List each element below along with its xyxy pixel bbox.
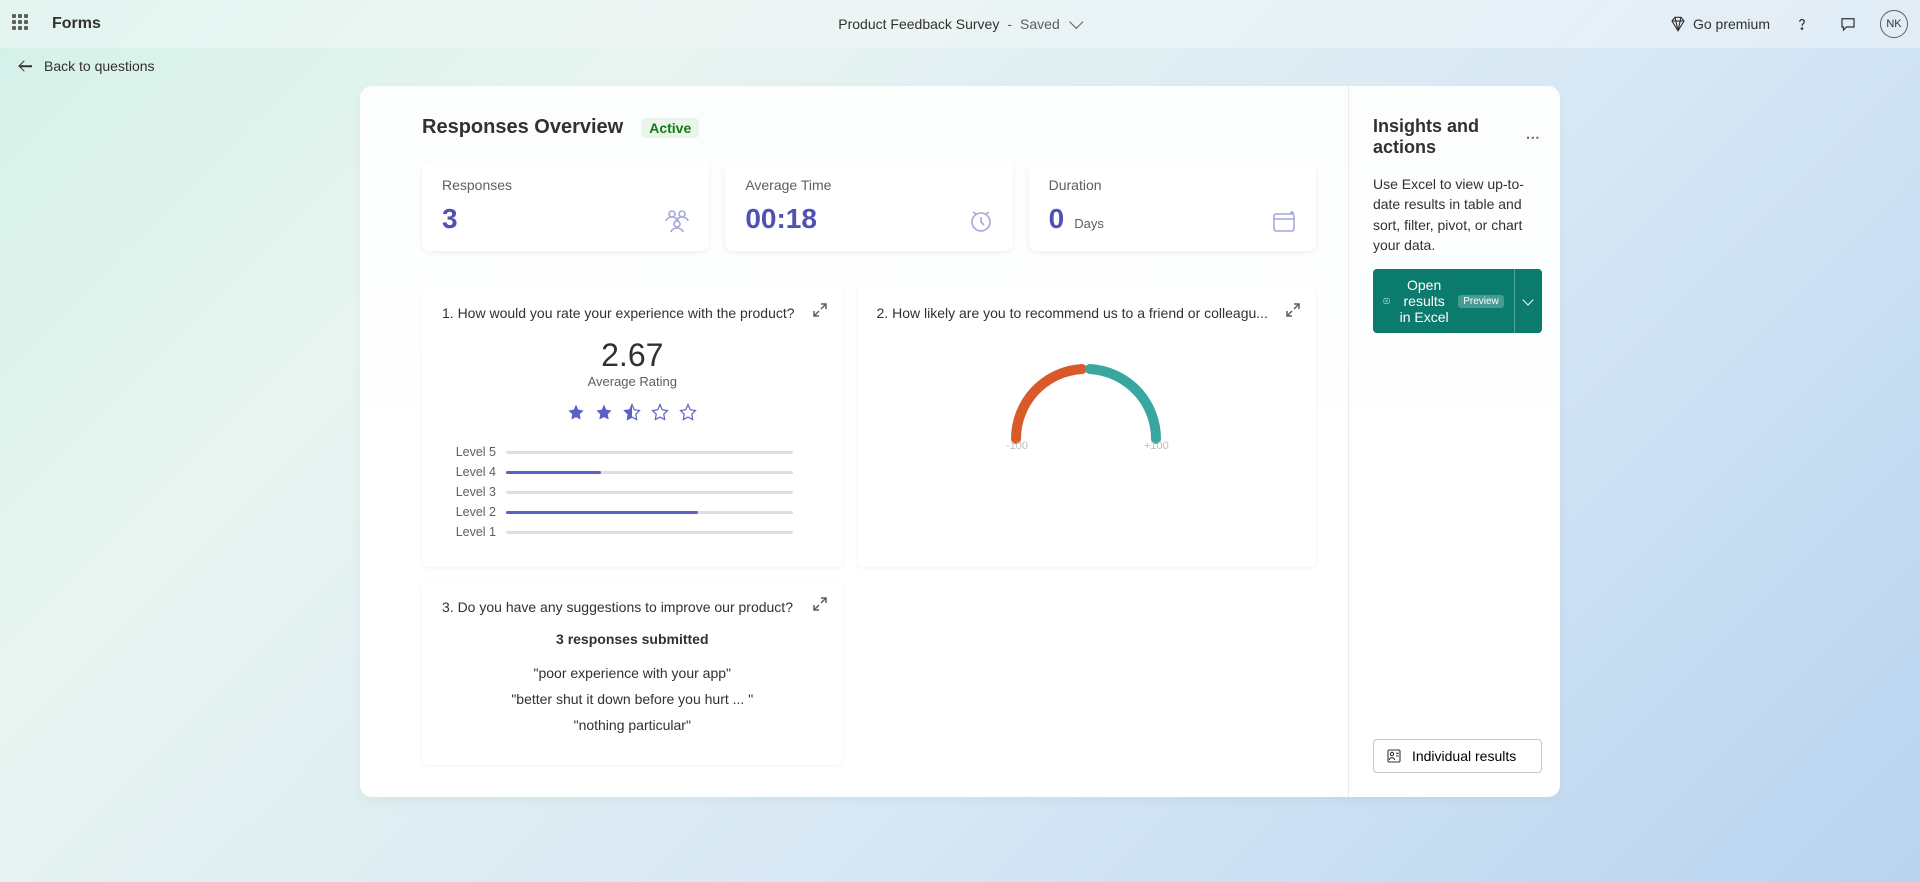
calendar-icon: [1270, 208, 1298, 237]
help-button[interactable]: [1788, 10, 1816, 38]
stars-row: [442, 403, 823, 421]
individual-results-button[interactable]: Individual results: [1373, 739, 1542, 773]
open-excel-label: Open results in Excel: [1398, 277, 1450, 325]
stat-label: Duration: [1049, 177, 1296, 193]
nps-gauge: -100 +100: [877, 349, 1296, 459]
insights-desc: Use Excel to view up-to-date results in …: [1373, 174, 1542, 255]
feedback-button[interactable]: [1834, 10, 1862, 38]
title-sep: -: [1007, 16, 1012, 32]
stat-value: 00:18: [745, 203, 992, 235]
chat-icon: [1839, 15, 1857, 33]
avg-rating-value: 2.67: [442, 337, 823, 374]
response-quote: "better shut it down before you hurt ...…: [442, 691, 823, 707]
gauge-max-label: +100: [1144, 440, 1169, 452]
responses-submitted: 3 responses submitted: [442, 631, 823, 647]
level-label: Level 5: [452, 445, 496, 459]
response-quote: "nothing particular": [442, 717, 823, 733]
level-label: Level 4: [452, 465, 496, 479]
question-title: 2. How likely are you to recommend us to…: [877, 305, 1296, 321]
main-card: Responses Overview Active Responses 3 Av…: [360, 86, 1560, 797]
form-title-area[interactable]: Product Feedback Survey - Saved: [838, 16, 1081, 32]
stat-value: 3: [442, 203, 689, 235]
stat-card-avg-time[interactable]: Average Time 00:18: [725, 161, 1012, 251]
go-premium-button[interactable]: Go premium: [1669, 15, 1770, 33]
expand-icon[interactable]: [813, 597, 827, 614]
help-icon: [1793, 15, 1811, 33]
avg-rating-label: Average Rating: [442, 374, 823, 389]
save-status: Saved: [1020, 16, 1060, 32]
expand-icon[interactable]: [1286, 303, 1300, 320]
chevron-down-icon: [1523, 294, 1534, 305]
person-list-icon: [1386, 748, 1402, 764]
stat-label: Responses: [442, 177, 689, 193]
excel-icon: [1383, 292, 1390, 310]
clock-icon: [967, 208, 995, 237]
people-icon: [663, 208, 691, 237]
star-outline-icon: [679, 403, 697, 421]
gauge-min-label: -100: [1006, 440, 1028, 452]
back-to-questions-link[interactable]: Back to questions: [20, 58, 1900, 74]
insights-pane: Insights and actions ⋯ Use Excel to view…: [1348, 86, 1560, 797]
arrow-left-icon: [20, 59, 34, 73]
preview-badge: Preview: [1458, 295, 1504, 308]
stat-label: Average Time: [745, 177, 992, 193]
star-half-icon: [623, 403, 641, 421]
overview-title: Responses Overview: [422, 116, 623, 139]
user-avatar[interactable]: NK: [1880, 10, 1908, 38]
expand-icon[interactable]: [813, 303, 827, 320]
star-icon: [567, 403, 585, 421]
top-bar: Forms Product Feedback Survey - Saved Go…: [0, 0, 1920, 48]
more-actions-button[interactable]: ⋯: [1526, 129, 1542, 146]
question-card-3: 3. Do you have any suggestions to improv…: [422, 581, 843, 765]
level-label: Level 2: [452, 505, 496, 519]
level-label: Level 1: [452, 525, 496, 539]
back-link-label: Back to questions: [44, 58, 155, 74]
left-pane: Responses Overview Active Responses 3 Av…: [360, 86, 1348, 797]
status-active-pill: Active: [641, 118, 699, 138]
question-title: 3. Do you have any suggestions to improv…: [442, 599, 823, 615]
stat-card-duration[interactable]: Duration 0 Days: [1029, 161, 1316, 251]
go-premium-label: Go premium: [1693, 16, 1770, 32]
stat-card-responses[interactable]: Responses 3: [422, 161, 709, 251]
diamond-icon: [1669, 15, 1687, 33]
open-excel-dropdown[interactable]: [1514, 269, 1542, 333]
individual-results-label: Individual results: [1412, 748, 1516, 764]
question-card-2: 2. How likely are you to recommend us to…: [857, 287, 1316, 567]
app-launcher-icon[interactable]: [12, 14, 32, 34]
star-outline-icon: [651, 403, 669, 421]
question-card-1: 1. How would you rate your experience wi…: [422, 287, 843, 567]
question-title: 1. How would you rate your experience wi…: [442, 305, 823, 321]
star-icon: [595, 403, 613, 421]
level-label: Level 3: [452, 485, 496, 499]
insights-title: Insights and actions: [1373, 116, 1526, 158]
level-bars: Level 5 Level 4 Level 3 Level 2 Level 1: [442, 445, 823, 539]
response-quote: "poor experience with your app": [442, 665, 823, 681]
open-excel-button[interactable]: Open results in Excel Preview: [1373, 269, 1514, 333]
app-name: Forms: [52, 15, 101, 33]
stat-value: 0 Days: [1049, 203, 1296, 235]
chevron-down-icon[interactable]: [1070, 15, 1084, 29]
form-title: Product Feedback Survey: [838, 16, 999, 32]
